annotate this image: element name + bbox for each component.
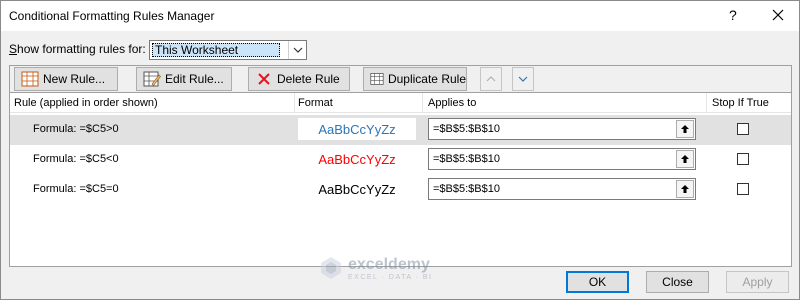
close-icon	[772, 9, 784, 21]
rule-row[interactable]: Formula: =$C5=0 AaBbCcYyZz =$B$5:$B$10	[10, 175, 791, 205]
edit-rule-button[interactable]: Edit Rule...	[136, 67, 232, 91]
arrow-up-icon	[681, 185, 689, 193]
rule-formula: Formula: =$C5=0	[33, 183, 119, 195]
rule-row[interactable]: Formula: =$C5>0 AaBbCcYyZz =$B$5:$B$10	[10, 115, 791, 145]
header-stop-if-true: Stop If True	[712, 97, 769, 109]
header-format: Format	[298, 97, 333, 109]
move-down-button[interactable]	[512, 67, 534, 91]
rules-manager-dialog: Conditional Formatting Rules Manager ? S…	[0, 0, 800, 300]
header-divider	[422, 93, 423, 113]
applies-to-field[interactable]: =$B$5:$B$10	[428, 118, 696, 140]
close-button[interactable]: Close	[646, 271, 709, 293]
duplicate-grid-icon	[370, 73, 384, 85]
rules-list-header: Rule (applied in order shown) Format App…	[10, 93, 791, 113]
edit-rule-label: Edit Rule...	[165, 72, 224, 86]
dropdown-button[interactable]	[288, 41, 306, 59]
stop-if-true-checkbox[interactable]	[737, 183, 749, 195]
chevron-up-icon	[486, 76, 496, 82]
scope-label: Show formatting rules for:	[9, 42, 146, 56]
watermark-name: exceldemy	[348, 255, 430, 273]
new-rule-button[interactable]: New Rule...	[14, 67, 118, 91]
stop-if-true-checkbox[interactable]	[737, 123, 749, 135]
collapse-dialog-button[interactable]	[676, 120, 694, 138]
header-divider	[706, 93, 707, 113]
chevron-down-icon	[293, 47, 303, 53]
applies-to-value: =$B$5:$B$10	[433, 153, 500, 165]
watermark-tagline: EXCEL · DATA · BI	[348, 273, 433, 281]
applies-to-value: =$B$5:$B$10	[433, 123, 500, 135]
rule-row[interactable]: Formula: =$C5<0 AaBbCcYyZz =$B$5:$B$10	[10, 145, 791, 175]
chevron-down-icon	[518, 76, 528, 82]
stop-if-true-checkbox[interactable]	[737, 153, 749, 165]
move-up-button[interactable]	[480, 67, 502, 91]
rule-formula: Formula: =$C5>0	[33, 123, 119, 135]
apply-button[interactable]: Apply	[726, 271, 789, 293]
close-window-button[interactable]	[767, 4, 789, 26]
scope-selected-value: This Worksheet	[152, 43, 280, 57]
duplicate-rule-label: Duplicate Rule	[387, 72, 466, 86]
format-preview: AaBbCcYyZz	[298, 178, 416, 200]
header-divider	[294, 93, 295, 113]
ok-button[interactable]: OK	[566, 271, 629, 293]
collapse-dialog-button[interactable]	[676, 180, 694, 198]
delete-rule-label: Delete Rule	[277, 72, 340, 86]
rule-formula: Formula: =$C5<0	[33, 153, 119, 165]
logo-icon	[321, 257, 341, 279]
delete-rule-button[interactable]: Delete Rule	[248, 67, 350, 91]
rules-toolbar: New Rule... Edit Rule... Delete Rule Dup…	[9, 65, 792, 93]
edit-grid-icon	[143, 71, 161, 87]
header-applies-to: Applies to	[428, 97, 477, 109]
duplicate-rule-button[interactable]: Duplicate Rule	[363, 67, 467, 91]
delete-x-icon	[258, 73, 270, 85]
applies-to-field[interactable]: =$B$5:$B$10	[428, 178, 696, 200]
collapse-dialog-button[interactable]	[676, 150, 694, 168]
format-preview: AaBbCcYyZz	[298, 148, 416, 170]
exceldemy-watermark: exceldemy EXCEL · DATA · BI	[318, 255, 433, 281]
help-button[interactable]: ?	[729, 7, 737, 23]
rules-list: Rule (applied in order shown) Format App…	[9, 93, 792, 267]
applies-to-value: =$B$5:$B$10	[433, 183, 500, 195]
grid-icon	[21, 71, 39, 87]
new-rule-label: New Rule...	[43, 72, 106, 86]
title-bar: Conditional Formatting Rules Manager ?	[1, 1, 799, 31]
applies-to-field[interactable]: =$B$5:$B$10	[428, 148, 696, 170]
header-rule: Rule (applied in order shown)	[14, 97, 158, 109]
dialog-title: Conditional Formatting Rules Manager	[9, 9, 215, 23]
scope-dropdown[interactable]: This Worksheet	[149, 40, 307, 60]
format-preview: AaBbCcYyZz	[298, 118, 416, 140]
arrow-up-icon	[681, 125, 689, 133]
arrow-up-icon	[681, 155, 689, 163]
